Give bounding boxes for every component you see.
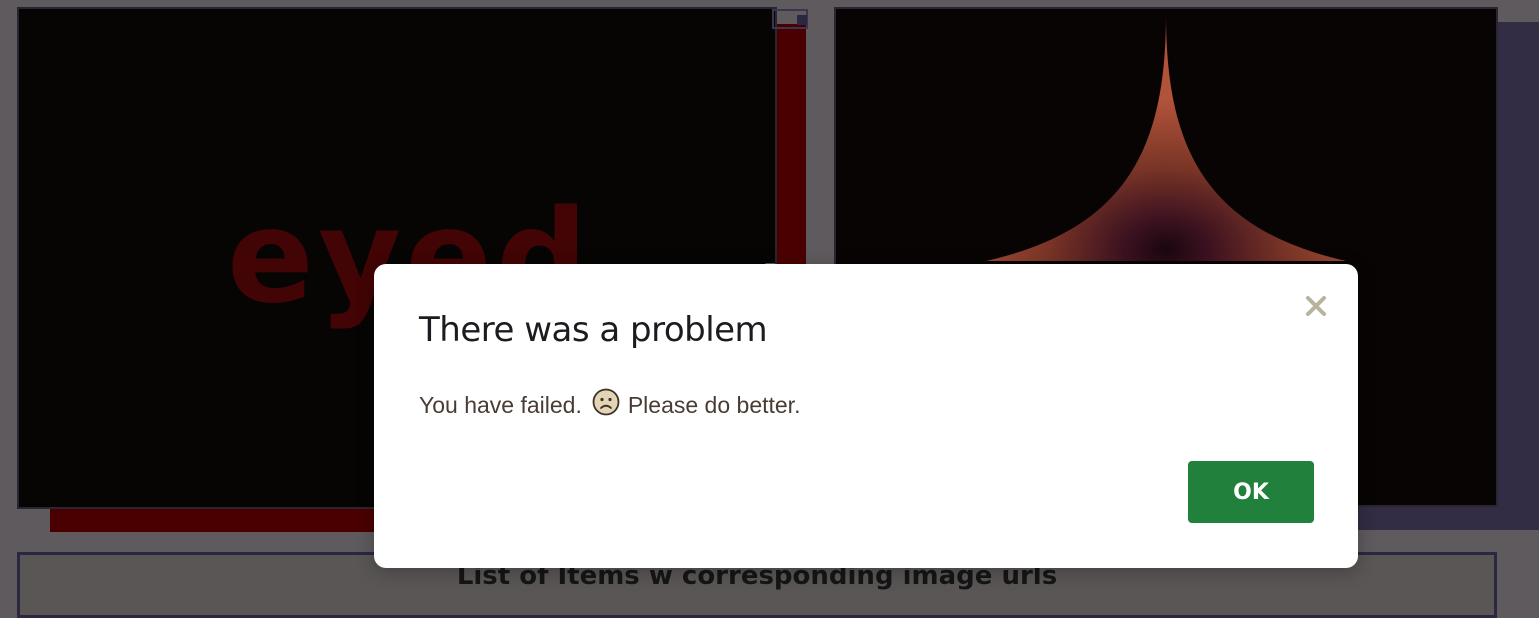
close-icon[interactable] (1300, 290, 1332, 322)
sad-face-icon (592, 388, 620, 422)
ok-button[interactable]: OK (1188, 461, 1314, 523)
dialog-title: There was a problem (419, 310, 768, 350)
dialog-message: You have failed. Please do better. (419, 388, 800, 422)
message-text-end: Please do better. (627, 391, 801, 418)
message-text-start: You have failed. (419, 391, 582, 418)
error-dialog: There was a problem You have failed. Ple… (374, 264, 1358, 568)
resize-knob (797, 15, 807, 25)
